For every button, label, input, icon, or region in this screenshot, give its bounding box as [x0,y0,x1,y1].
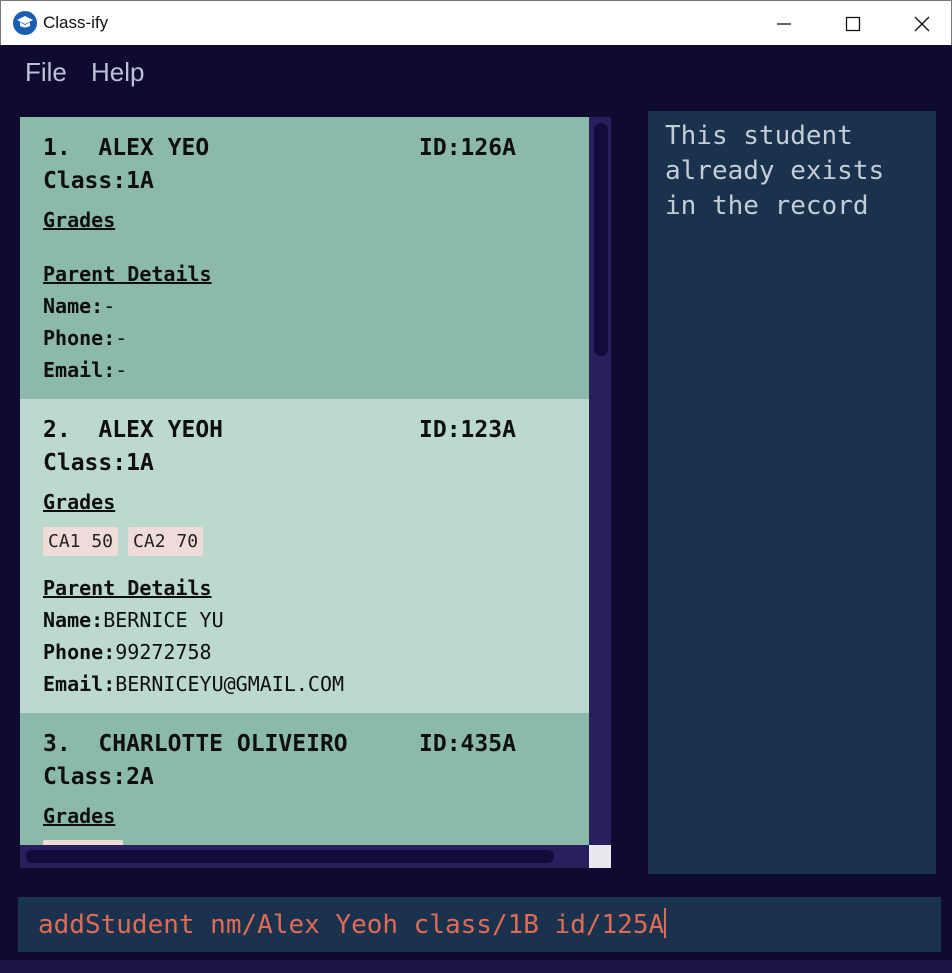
student-id: ID:435A [419,731,516,757]
parent-email-label: Email: [43,358,116,382]
student-id-value: 123A [460,417,516,443]
student-card[interactable]: 1. ALEX YEO ID:126A Class:1A Grades Pare… [20,117,589,399]
maximize-icon [845,16,861,31]
command-box[interactable]: addStudent nm/Alex Yeoh class/1B id/125A [18,897,941,952]
grades-heading: Grades [43,208,116,232]
student-id: ID:123A [419,417,516,443]
minimize-icon [777,22,791,25]
parent-phone-label: Phone: [43,326,116,350]
student-id: ID:126A [419,135,516,161]
student-card[interactable]: 3. CHARLOTTE OLIVEIRO ID:435A Class:2A G… [20,713,589,845]
graduation-cap-icon [13,11,37,35]
status-strip [0,960,952,973]
scroll-corner [589,845,611,868]
student-class-value: 1A [126,450,154,476]
parent-email-value: - [115,358,128,382]
result-display: This student already exists in the recor… [648,111,936,874]
vertical-scroll-thumb[interactable] [594,123,608,356]
maximize-button[interactable] [830,1,876,46]
student-id-label: ID: [419,417,461,443]
parent-phone-value: 99272758 [115,640,212,664]
minimize-button[interactable] [761,1,807,46]
parent-email-value: BERNICEYU@GMAIL.COM [115,672,345,696]
menu-help[interactable]: Help [91,57,144,88]
student-id-label: ID: [419,135,461,161]
parent-name: Name:- [43,294,115,318]
grade-tag: CA2 70 [128,527,204,556]
student-class-value: 1A [126,168,154,194]
student-name: 1. ALEX YEO [43,135,210,161]
student-class-label: Class: [43,168,127,194]
parent-phone: Phone:- [43,326,127,350]
student-class-label: Class: [43,450,127,476]
grades-heading: Grades [43,490,116,514]
grade-tags: CA1 50 CA2 70 [43,527,204,556]
student-id-value: 435A [460,731,516,757]
student-list-panel: 1. ALEX YEO ID:126A Class:1A Grades Pare… [20,117,611,868]
parent-details-heading: Parent Details [43,262,212,286]
parent-name-label: Name: [43,608,104,632]
student-card[interactable]: 2. ALEX YEOH ID:123A Class:1A Grades CA1… [20,399,589,713]
command-input[interactable]: addStudent nm/Alex Yeoh class/1B id/125A [38,908,667,940]
student-list: 1. ALEX YEO ID:126A Class:1A Grades Pare… [20,117,589,845]
student-class: Class:1A [43,450,154,476]
parent-details-heading: Parent Details [43,576,212,600]
menu-file[interactable]: File [25,57,67,88]
parent-email-label: Email: [43,672,116,696]
student-class-value: 2A [126,764,154,790]
grade-tag: CA1 50 [43,527,119,556]
parent-email: Email:BERNICEYU@GMAIL.COM [43,672,344,696]
parent-phone: Phone:99272758 [43,640,212,664]
text-caret [664,908,667,938]
close-button[interactable] [899,1,945,46]
horizontal-scroll-thumb[interactable] [26,850,554,863]
parent-phone-value: - [115,326,128,350]
student-class: Class:1A [43,168,154,194]
student-name: 3. CHARLOTTE OLIVEIRO [43,731,348,757]
parent-name-label: Name: [43,294,104,318]
student-name: 2. ALEX YEOH [43,417,224,443]
parent-name-value: BERNICE YU [103,608,224,632]
title-bar: Class-ify [0,0,952,45]
student-id-label: ID: [419,731,461,757]
parent-phone-label: Phone: [43,640,116,664]
parent-name: Name:BERNICE YU [43,608,224,632]
command-text: addStudent nm/Alex Yeoh class/1B id/125A [38,910,665,940]
grades-heading: Grades [43,804,116,828]
close-icon [914,16,930,31]
student-class-label: Class: [43,764,127,790]
student-id-value: 126A [460,135,516,161]
result-message: This student already exists in the recor… [665,121,900,221]
parent-name-value: - [103,294,116,318]
menu-bar: File Help [0,45,952,105]
student-class: Class:2A [43,764,154,790]
window-title: Class-ify [43,13,109,32]
parent-email: Email:- [43,358,127,382]
